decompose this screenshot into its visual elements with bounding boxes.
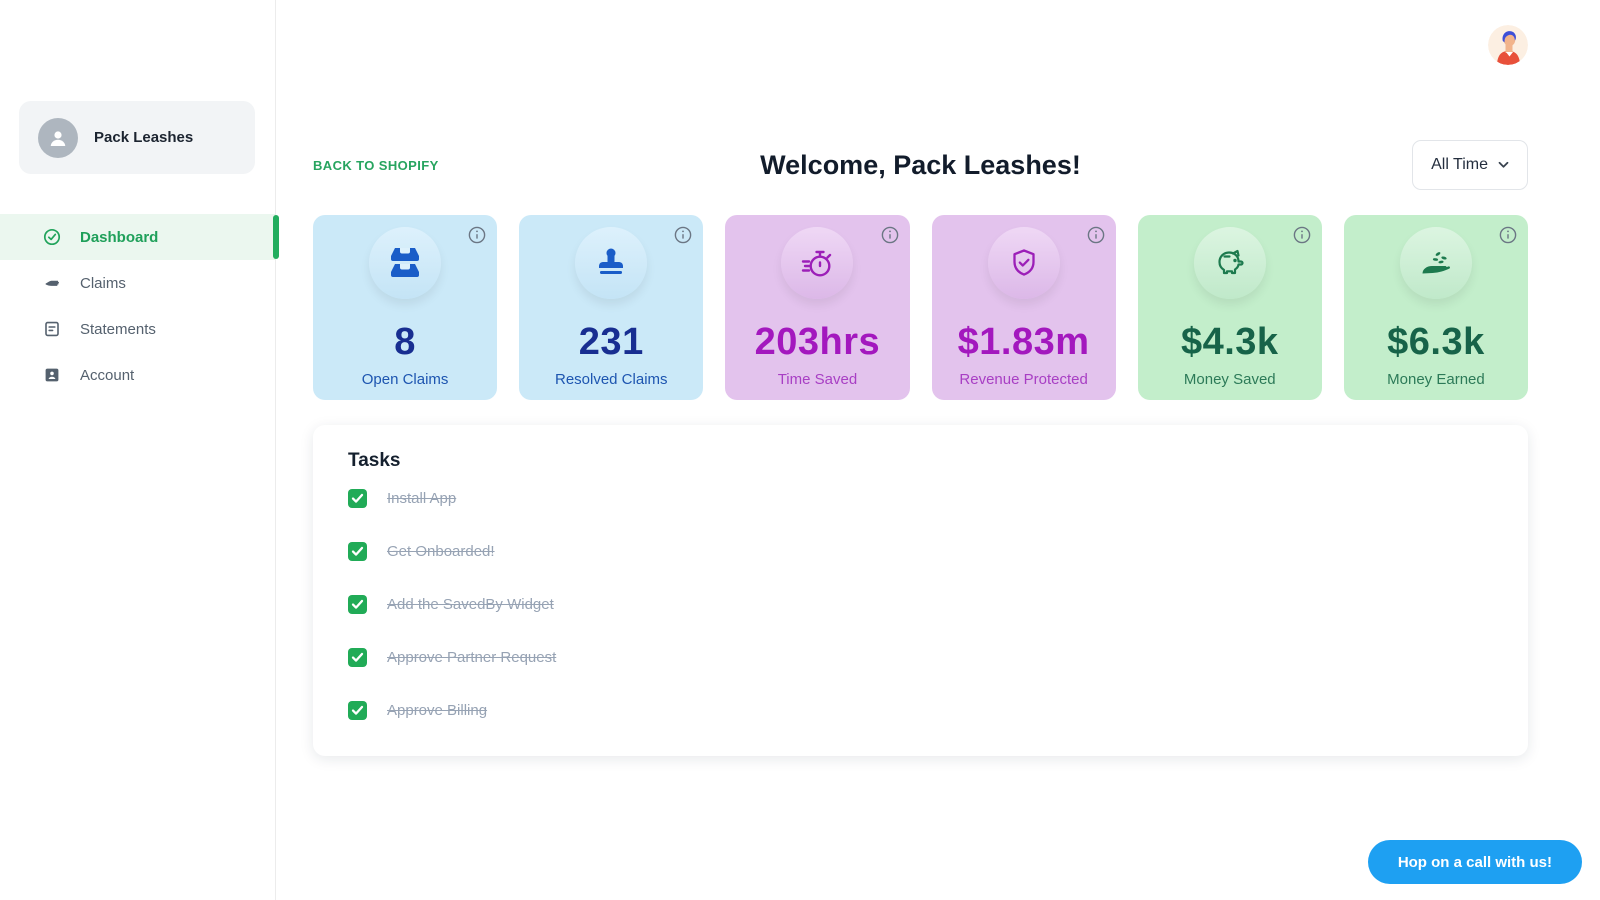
hand-seeds-icon <box>1400 227 1472 299</box>
info-icon[interactable] <box>881 226 899 244</box>
checkbox-checked-icon[interactable] <box>348 489 367 508</box>
document-icon <box>43 320 61 338</box>
tasks-title: Tasks <box>348 450 1503 472</box>
checkbox-checked-icon[interactable] <box>348 542 367 561</box>
id-card-icon <box>43 366 61 384</box>
task-row-add-widget: Add the SavedBy Widget <box>348 578 1503 631</box>
stat-label: Resolved Claims <box>519 371 703 388</box>
sidebar-nav: Dashboard Claims Statements <box>0 214 275 398</box>
sidebar-item-label: Account <box>80 367 134 384</box>
time-filter-dropdown[interactable]: All Time <box>1412 140 1528 190</box>
stat-value: $4.3k <box>1138 321 1322 364</box>
piggy-bank-icon <box>1194 227 1266 299</box>
task-row-install-app: Install App <box>348 472 1503 525</box>
info-icon[interactable] <box>468 226 486 244</box>
sidebar-item-label: Dashboard <box>80 229 158 246</box>
person-icon <box>47 127 69 149</box>
task-label: Approve Billing <box>387 702 487 719</box>
checkbox-checked-icon[interactable] <box>348 701 367 720</box>
stats-row: 8 Open Claims 231 <box>313 215 1528 400</box>
info-icon[interactable] <box>1293 226 1311 244</box>
info-icon[interactable] <box>674 226 692 244</box>
merchant-avatar <box>38 118 78 158</box>
info-icon[interactable] <box>1499 226 1517 244</box>
stat-card-money-earned: $6.3k Money Earned <box>1344 215 1528 400</box>
stamp-icon <box>575 227 647 299</box>
stat-label: Money Earned <box>1344 371 1528 388</box>
sidebar-item-label: Claims <box>80 275 126 292</box>
stat-value: 231 <box>519 321 703 364</box>
merchant-card[interactable]: Pack Leashes <box>19 101 255 174</box>
page-title: Welcome, Pack Leashes! <box>760 150 1081 181</box>
gauge-icon <box>43 228 61 246</box>
info-icon[interactable] <box>1087 226 1105 244</box>
user-avatar[interactable] <box>1488 25 1528 65</box>
stat-card-time-saved: 203hrs Time Saved <box>725 215 909 400</box>
task-label: Install App <box>387 490 456 507</box>
chevron-down-icon <box>1498 161 1509 169</box>
sidebar-item-statements[interactable]: Statements <box>0 306 275 352</box>
stat-label: Time Saved <box>725 371 909 388</box>
stat-value: $6.3k <box>1344 321 1528 364</box>
stat-value: 8 <box>313 321 497 364</box>
stat-value: $1.83m <box>932 321 1116 364</box>
main-content: BACK TO SHOPIFY Welcome, Pack Leashes! A… <box>277 0 1600 900</box>
page-header: BACK TO SHOPIFY Welcome, Pack Leashes! A… <box>313 140 1528 190</box>
stat-card-money-saved: $4.3k Money Saved <box>1138 215 1322 400</box>
sidebar: Pack Leashes Dashboard Claims <box>0 0 276 900</box>
time-filter-value: All Time <box>1431 156 1488 174</box>
tasks-card: Tasks Install App Get Onboarded! Add the… <box>313 425 1528 756</box>
checkbox-checked-icon[interactable] <box>348 648 367 667</box>
sidebar-item-claims[interactable]: Claims <box>0 260 275 306</box>
task-label: Add the SavedBy Widget <box>387 596 554 613</box>
checkbox-checked-icon[interactable] <box>348 595 367 614</box>
sidebar-item-account[interactable]: Account <box>0 352 275 398</box>
stat-value: 203hrs <box>725 321 909 364</box>
chat-call-button[interactable]: Hop on a call with us! <box>1368 840 1582 884</box>
task-row-approve-partner-request: Approve Partner Request <box>348 631 1503 684</box>
stat-label: Open Claims <box>313 371 497 388</box>
stat-card-open-claims: 8 Open Claims <box>313 215 497 400</box>
task-row-get-onboarded: Get Onboarded! <box>348 525 1503 578</box>
stat-label: Revenue Protected <box>932 371 1116 388</box>
merchant-name: Pack Leashes <box>94 129 193 146</box>
task-row-approve-billing: Approve Billing <box>348 684 1503 737</box>
stopwatch-icon <box>781 227 853 299</box>
task-label: Get Onboarded! <box>387 543 495 560</box>
sidebar-item-label: Statements <box>80 321 156 338</box>
task-label: Approve Partner Request <box>387 649 556 666</box>
hand-icon <box>43 274 61 292</box>
stat-card-resolved-claims: 231 Resolved Claims <box>519 215 703 400</box>
stat-label: Money Saved <box>1138 371 1322 388</box>
sidebar-item-dashboard[interactable]: Dashboard <box>0 214 275 260</box>
back-to-shopify-link[interactable]: BACK TO SHOPIFY <box>313 158 439 173</box>
shield-check-icon <box>988 227 1060 299</box>
inbox-trays-icon <box>369 227 441 299</box>
stat-card-revenue-protected: $1.83m Revenue Protected <box>932 215 1116 400</box>
